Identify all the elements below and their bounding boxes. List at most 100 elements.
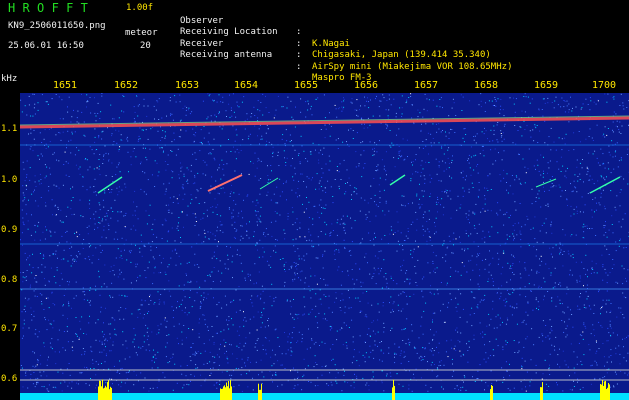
noise-speck [168, 230, 170, 232]
noise-speck [254, 125, 256, 127]
noise-speck [592, 140, 594, 141]
info-row-observer: Observer : K.Nagai [180, 4, 350, 49]
noise-speck [324, 221, 326, 223]
noise-speck [379, 177, 381, 179]
noise-speck [572, 107, 573, 109]
noise-speck [166, 240, 168, 242]
noise-speck [145, 324, 147, 326]
noise-speck [260, 297, 262, 299]
noise-speck [25, 188, 27, 190]
noise-speck [214, 159, 216, 161]
noise-speck [490, 129, 492, 131]
noise-speck [228, 328, 230, 330]
noise-speck [97, 102, 99, 104]
noise-speck [361, 310, 363, 312]
time-tick: 1657 [413, 80, 439, 91]
noise-speck [147, 105, 149, 107]
noise-speck [411, 161, 412, 163]
noise-speck [533, 246, 535, 248]
noise-speck [226, 357, 228, 359]
noise-speck [71, 131, 73, 133]
noise-speck [427, 262, 429, 264]
noise-speck [134, 190, 136, 192]
noise-speck [467, 361, 469, 363]
noise-speck [548, 385, 550, 387]
noise-speck [152, 256, 154, 258]
noise-speck [67, 385, 69, 387]
noise-speck [241, 390, 243, 392]
noise-speck [406, 270, 408, 271]
noise-speck [606, 361, 608, 363]
noise-speck [336, 330, 338, 332]
noise-speck [422, 296, 424, 298]
noise-speck [165, 204, 167, 206]
signal-burst [222, 388, 223, 400]
noise-speck [442, 303, 444, 305]
noise-speck [347, 182, 348, 184]
noise-speck [455, 329, 457, 331]
noise-speck [199, 307, 201, 309]
noise-speck [451, 177, 453, 179]
noise-speck [94, 178, 96, 180]
noise-speck [579, 179, 581, 180]
noise-speck [613, 111, 615, 113]
noise-speck [235, 289, 237, 291]
noise-speck [208, 238, 210, 240]
noise-speck [620, 93, 622, 95]
noise-speck [111, 282, 113, 284]
noise-speck [72, 341, 74, 343]
noise-speck [204, 202, 206, 204]
noise-speck [265, 228, 267, 230]
noise-speck [275, 109, 277, 111]
noise-speck [220, 187, 222, 189]
noise-speck [29, 167, 31, 169]
noise-speck [255, 214, 257, 216]
noise-speck [233, 111, 235, 113]
noise-speck [294, 126, 296, 128]
noise-speck [342, 215, 344, 217]
noise-speck [373, 320, 374, 322]
noise-speck [257, 109, 259, 111]
noise-speck [376, 151, 378, 153]
noise-speck [191, 246, 193, 248]
noise-speck [607, 128, 609, 129]
noise-speck [589, 349, 591, 351]
noise-speck [258, 256, 260, 258]
noise-speck [432, 138, 434, 139]
noise-speck [268, 179, 269, 181]
noise-speck [262, 290, 264, 292]
noise-speck [321, 366, 323, 368]
noise-speck [420, 175, 422, 177]
noise-speck [124, 295, 126, 297]
noise-speck [287, 218, 289, 220]
noise-speck [312, 246, 314, 248]
noise-speck [587, 295, 589, 297]
noise-speck [591, 268, 593, 270]
noise-speck [416, 229, 418, 231]
noise-speck [272, 152, 274, 154]
noise-speck [226, 246, 228, 247]
noise-speck [398, 383, 400, 385]
noise-speck [303, 255, 305, 257]
noise-speck [125, 372, 127, 374]
noise-speck [68, 303, 70, 305]
noise-speck [448, 162, 450, 164]
noise-speck [257, 202, 259, 204]
noise-speck [620, 157, 622, 159]
noise-speck [231, 216, 233, 218]
noise-speck [578, 342, 580, 344]
noise-speck [434, 225, 436, 227]
noise-speck [550, 225, 552, 227]
noise-speck [335, 249, 337, 251]
noise-speck [34, 295, 36, 297]
noise-speck [182, 184, 184, 186]
noise-speck [502, 266, 504, 268]
noise-speck [326, 319, 328, 321]
noise-speck [352, 341, 354, 343]
noise-speck [518, 153, 520, 155]
noise-speck [99, 351, 101, 353]
noise-speck [436, 367, 438, 369]
noise-speck [390, 275, 392, 277]
noise-speck [39, 183, 41, 185]
noise-speck [133, 118, 135, 120]
